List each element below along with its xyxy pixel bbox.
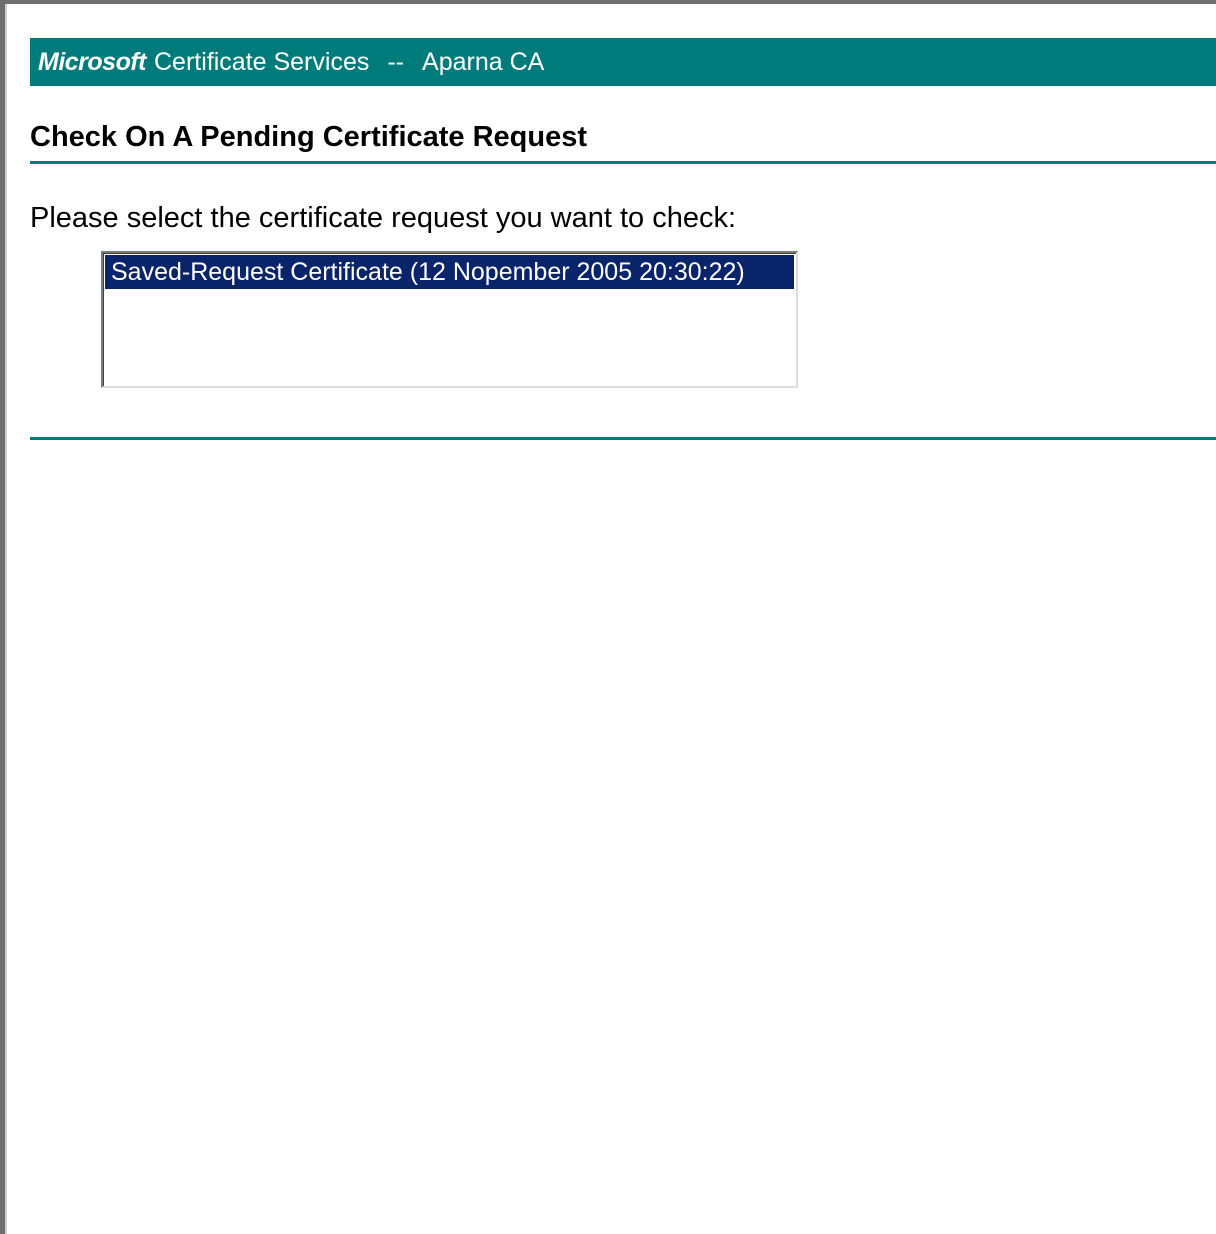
ca-name: Aparna CA xyxy=(422,47,545,76)
window-frame-top xyxy=(0,0,1216,4)
certificate-request-listbox[interactable]: Saved-Request Certificate (12 Nopember 2… xyxy=(101,251,798,388)
footer-divider xyxy=(30,437,1216,440)
page: Microsoft Certificate Services -- Aparna… xyxy=(0,0,1216,1234)
title-divider xyxy=(30,161,1216,164)
service-name: Certificate Services xyxy=(154,47,370,76)
page-title: Check On A Pending Certificate Request xyxy=(30,121,588,153)
brand-name: Microsoft xyxy=(38,47,147,76)
header-bar: Microsoft Certificate Services -- Aparna… xyxy=(30,38,1216,86)
header-separator: -- xyxy=(387,47,405,76)
window-frame-left-inner xyxy=(5,4,7,1234)
list-option-saved-request[interactable]: Saved-Request Certificate (12 Nopember 2… xyxy=(105,255,794,289)
select-prompt: Please select the certificate request yo… xyxy=(30,202,737,234)
